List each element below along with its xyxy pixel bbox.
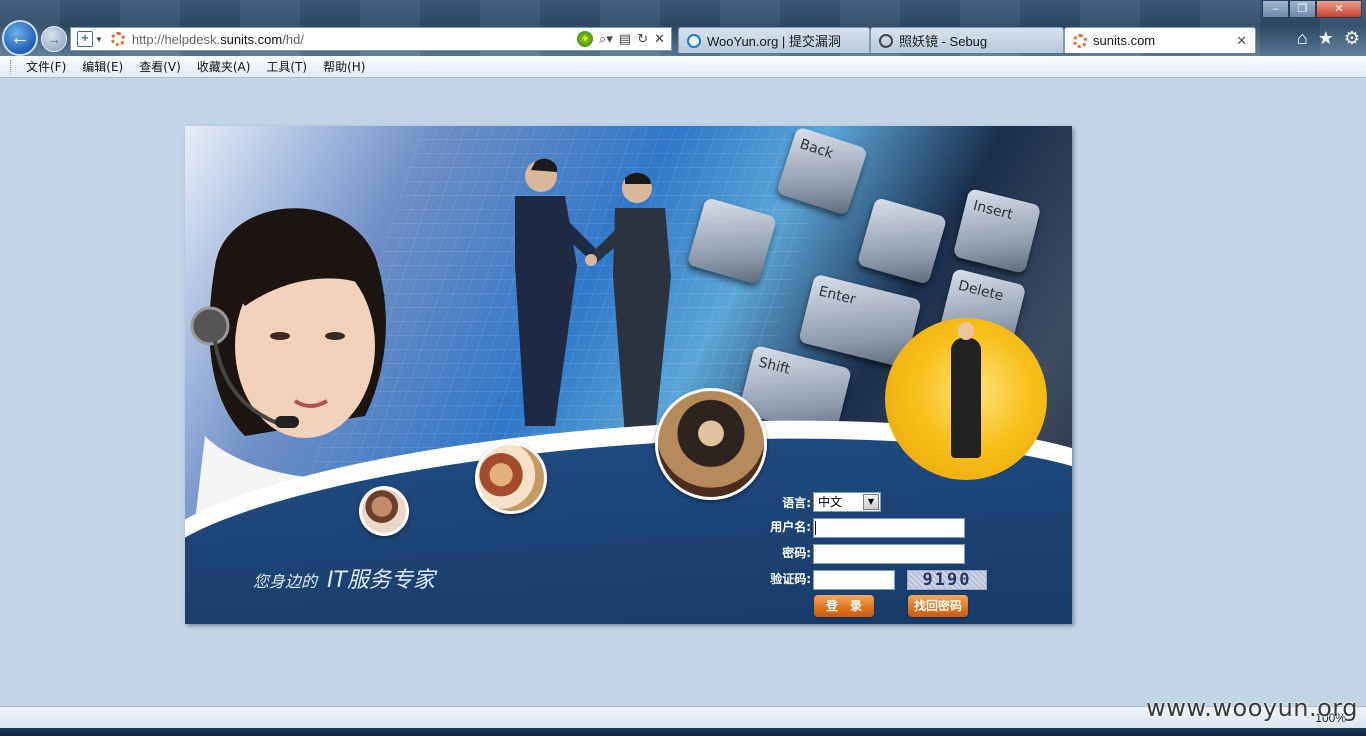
login-banner: Back Enter Shift Insert Delete 您身边的 IT服务… xyxy=(185,126,1072,624)
slogan: 您身边的 IT服务专家 xyxy=(253,562,435,594)
key-back: Back xyxy=(775,126,869,216)
tab-sebug[interactable]: 照妖镜 - Sebug xyxy=(870,27,1064,53)
address-url[interactable]: http://helpdesk.sunits.com/hd/ xyxy=(132,32,577,47)
key-blank xyxy=(856,197,948,285)
loading-icon xyxy=(110,32,125,46)
presenter-photo xyxy=(885,318,1047,480)
refresh-icon[interactable]: ↻ xyxy=(637,31,648,47)
ie-icon xyxy=(687,33,701,48)
language-select[interactable]: 中文 ▼ xyxy=(813,492,881,512)
password-label: 密码: xyxy=(782,546,811,560)
username-input[interactable] xyxy=(813,518,965,538)
language-label: 语言: xyxy=(782,496,811,510)
presenter-figure xyxy=(951,322,981,458)
loading-icon xyxy=(1073,33,1087,48)
slogan-main: IT服务专家 xyxy=(327,568,435,593)
address-bar[interactable]: + ▼ http://helpdesk.sunits.com/hd/ + ⌕▾ … xyxy=(70,27,672,51)
watermark: www.wooyun.org xyxy=(1146,694,1358,722)
captcha-label: 验证码: xyxy=(770,572,811,586)
meeting-photo xyxy=(655,388,767,500)
search-icon[interactable]: ⌕▾ xyxy=(599,31,613,47)
compat-view-icon[interactable]: ▤ xyxy=(619,31,631,47)
minimize-button[interactable]: – xyxy=(1262,0,1289,18)
favorites-star-icon[interactable]: ★ xyxy=(1318,28,1334,49)
menu-tools[interactable]: 工具(T) xyxy=(258,58,315,75)
sebug-icon xyxy=(879,33,893,48)
tab-sunits[interactable]: sunits.com ✕ xyxy=(1064,27,1256,53)
team-photo xyxy=(475,442,547,514)
tab-wooyun[interactable]: WooYun.org | 提交漏洞 xyxy=(678,27,870,53)
back-arrow-icon: ← xyxy=(10,26,30,49)
captcha-input[interactable] xyxy=(813,570,895,590)
windows-taskbar xyxy=(0,728,1366,736)
key-insert: Insert xyxy=(952,188,1042,274)
menu-help[interactable]: 帮助(H) xyxy=(315,58,373,75)
maximize-button[interactable]: ❐ xyxy=(1289,0,1316,18)
tab-label: 照妖镜 - Sebug xyxy=(899,34,988,49)
username-row: 用户名: xyxy=(755,518,811,535)
tab-label: WooYun.org | 提交漏洞 xyxy=(707,34,841,49)
login-button[interactable]: 登 录 xyxy=(814,595,874,617)
compatibility-icon[interactable]: + xyxy=(577,31,594,47)
slogan-prefix: 您身边的 xyxy=(253,572,318,591)
text-caret xyxy=(815,521,816,535)
captcha-image[interactable]: 9190 xyxy=(907,570,987,590)
menu-grip xyxy=(10,59,14,74)
forward-arrow-icon: → xyxy=(47,31,61,47)
password-input[interactable] xyxy=(813,544,965,564)
recover-password-button[interactable]: 找回密码 xyxy=(908,595,968,617)
chevron-down-icon[interactable]: ▼ xyxy=(863,494,879,510)
language-value: 中文 xyxy=(818,495,843,509)
key-blank xyxy=(686,197,778,285)
forward-button[interactable]: → xyxy=(41,26,67,52)
stop-icon[interactable]: ✕ xyxy=(654,31,665,47)
password-row: 密码: xyxy=(755,544,811,561)
close-window-button[interactable]: ✕ xyxy=(1316,0,1362,18)
gear-icon[interactable]: ⚙ xyxy=(1344,28,1360,49)
window-controls: – ❐ ✕ xyxy=(1262,0,1362,18)
handshake-photo xyxy=(515,158,671,436)
tab-label: sunits.com xyxy=(1093,33,1156,48)
menu-edit[interactable]: 编辑(E) xyxy=(74,58,131,75)
close-tab-icon[interactable]: ✕ xyxy=(1236,33,1247,49)
username-label: 用户名: xyxy=(770,520,811,534)
menu-file[interactable]: 文件(F) xyxy=(18,58,74,75)
site-identity-icon[interactable]: + xyxy=(77,31,93,47)
menu-bar: 文件(F) 编辑(E) 查看(V) 收藏夹(A) 工具(T) 帮助(H) xyxy=(0,56,1366,78)
menu-view[interactable]: 查看(V) xyxy=(131,58,189,75)
language-row: 语言: xyxy=(765,494,811,511)
menu-favorites[interactable]: 收藏夹(A) xyxy=(189,58,259,75)
home-icon[interactable]: ⌂ xyxy=(1297,28,1308,49)
back-button[interactable]: ← xyxy=(2,20,38,56)
phone-agent-photo xyxy=(359,486,409,536)
captcha-row: 验证码: xyxy=(755,570,811,587)
dropdown-arrow-icon[interactable]: ▼ xyxy=(95,35,103,44)
